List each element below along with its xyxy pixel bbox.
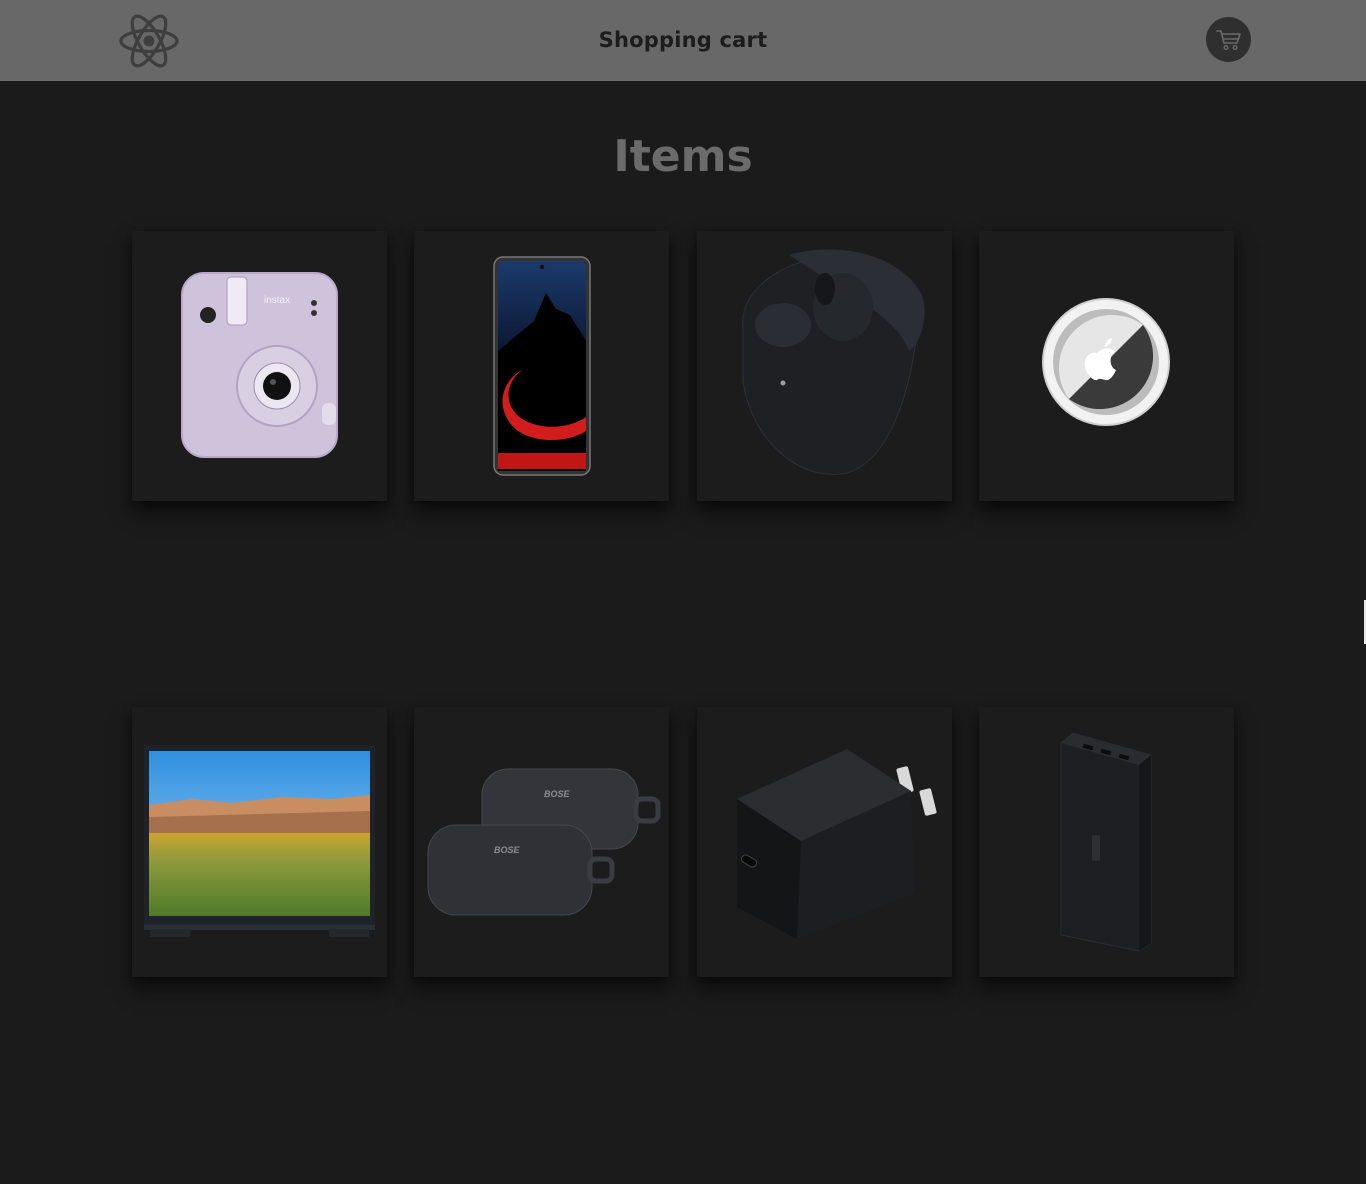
svg-text:BOSE: BOSE [544, 789, 571, 799]
airtag-image [1042, 298, 1170, 426]
wireless-earbuds-image [742, 249, 925, 475]
usb-c-charger-image [737, 749, 937, 939]
page-title: Shopping cart [598, 28, 768, 52]
product-card-airtag[interactable] [979, 231, 1234, 501]
product-card-earbuds[interactable] [697, 231, 952, 501]
product-card-charger[interactable] [697, 707, 952, 977]
television-image [144, 745, 375, 937]
svg-text:BOSE: BOSE [494, 845, 521, 855]
bluetooth-speakers-image: BOSE BOSE [427, 768, 661, 916]
product-card-speakers[interactable]: BOSE BOSE [414, 707, 669, 977]
power-bank-image [1060, 732, 1152, 952]
product-card-tv[interactable] [132, 707, 387, 977]
items-heading: Items [613, 131, 753, 182]
shopping-cart-icon [1215, 29, 1241, 50]
smartphone-image [493, 256, 591, 476]
product-card-powerbank[interactable] [979, 707, 1234, 977]
cart-button[interactable] [1206, 17, 1251, 62]
product-card-phone[interactable] [414, 231, 669, 501]
instant-camera-image: instax [181, 272, 338, 458]
svg-text:instax: instax [264, 295, 290, 306]
product-card-camera[interactable]: instax [132, 231, 387, 501]
top-navbar: Shopping cart [0, 0, 1366, 81]
